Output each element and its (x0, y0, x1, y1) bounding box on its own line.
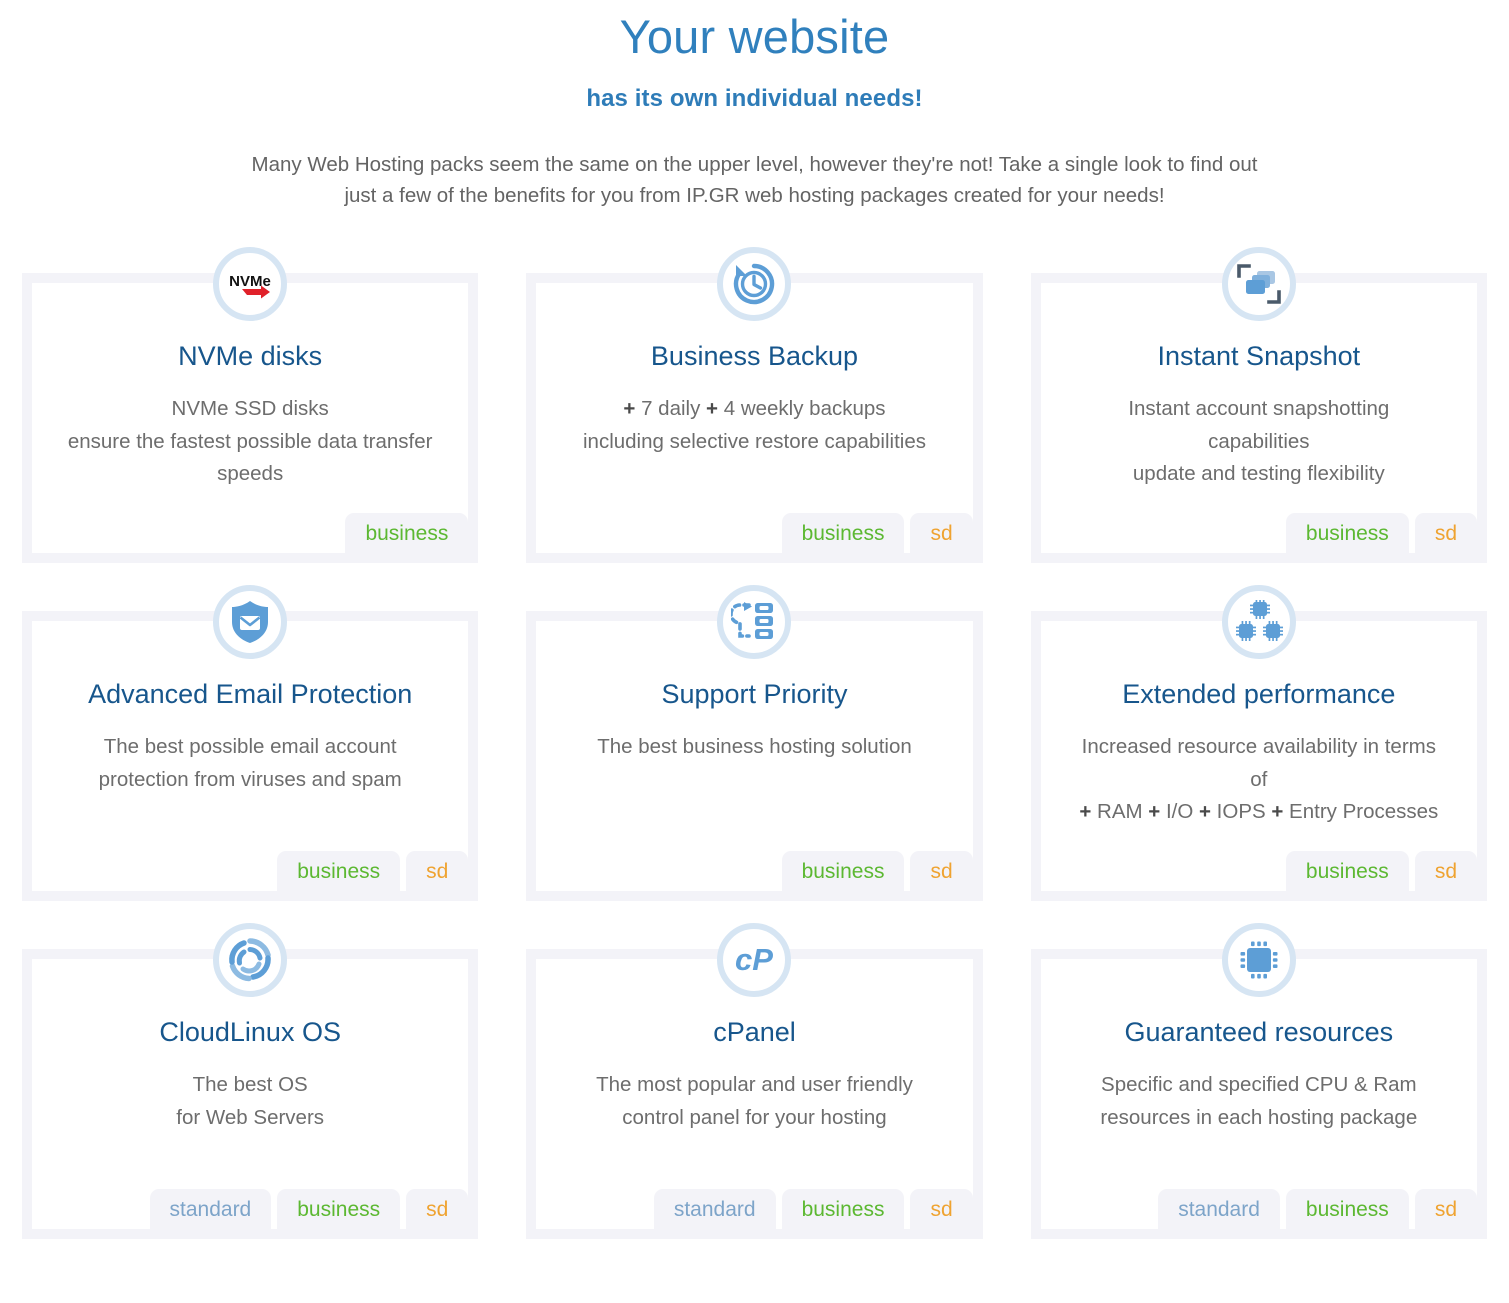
package-badge-row: business sd (1285, 851, 1477, 892)
package-badge-row: standard business sd (149, 1189, 469, 1230)
package-badge-business[interactable]: business (277, 851, 401, 892)
three-cpu-chips-icon (1221, 585, 1296, 660)
package-badge-business[interactable]: business (1285, 851, 1409, 892)
feature-description-line: The most popular and user friendly (596, 1073, 913, 1097)
svg-text:cP: cP (736, 942, 774, 977)
package-badge-row: business sd (781, 513, 973, 554)
feature-panel: Guaranteed resources Specific and specifi… (1030, 923, 1487, 1240)
feature-card: cP cPanel The most popular and user friend… (536, 923, 973, 1230)
package-badge-row: business sd (1285, 513, 1477, 554)
package-badge-sd[interactable]: sd (406, 1189, 469, 1230)
feature-description-line: resources in each hosting package (1100, 1105, 1418, 1129)
feature-description-line: The best OS (192, 1073, 308, 1097)
feature-panel: Support Priority The best business hostin… (526, 585, 983, 902)
feature-card: NVMe NVMe disks NVMe SSD disks ensure the f… (32, 247, 469, 554)
feature-description-line: control panel for your hosting (622, 1105, 887, 1129)
feature-description: The best possible email account protectio… (99, 710, 402, 796)
feature-description-line: ensure the fastest possible data transfe… (67, 429, 433, 453)
cpanel-logo-icon: cP (717, 923, 792, 998)
feature-description-line: Instant account snapshotting (1128, 397, 1390, 421)
cloudlinux-swirl-icon (213, 923, 288, 998)
feature-card: Guaranteed resources Specific and specifi… (1040, 923, 1477, 1230)
package-badge-standard[interactable]: standard (1158, 1189, 1280, 1230)
feature-description: + 7 daily + 4 weekly backups including se… (583, 372, 926, 458)
package-badge-business[interactable]: business (277, 1189, 401, 1230)
feature-description: Instant account snapshotting capabilities… (1128, 372, 1389, 490)
feature-description-line: protection from viruses and spam (98, 767, 402, 791)
feature-description-line: capabilities (1208, 429, 1310, 453)
package-badge-sd[interactable]: sd (910, 1189, 973, 1230)
package-badge-sd[interactable]: sd (406, 851, 469, 892)
snapshot-frame-icon (1221, 247, 1296, 322)
feature-description-line: for Web Servers (176, 1105, 325, 1129)
page-title: Your website (619, 10, 890, 63)
svg-text:NVMe: NVMe (229, 273, 271, 290)
feature-description-line: speeds (217, 462, 284, 486)
feature-description-line: Increased resource availability in terms (1081, 735, 1436, 759)
feature-panel: Business Backup + 7 daily + 4 weekly back… (526, 247, 983, 564)
feature-description-line: update and testing flexibility (1132, 462, 1385, 486)
package-badge-sd[interactable]: sd (910, 851, 973, 892)
priority-queue-arrow-icon (717, 585, 792, 660)
package-badge-row: standard business sd (1158, 1189, 1477, 1230)
package-badge-business[interactable]: business (1285, 1189, 1409, 1230)
package-badge-business[interactable]: business (781, 851, 905, 892)
package-badge-business[interactable]: business (781, 1189, 905, 1230)
package-badge-sd[interactable]: sd (1414, 1189, 1477, 1230)
feature-panel: CloudLinux OS The best OS for Web Servers s… (22, 923, 479, 1240)
feature-card: Instant Snapshot Instant account snapshot… (1040, 247, 1477, 554)
backup-history-clock-icon (717, 247, 792, 322)
package-badge-standard[interactable]: standard (149, 1189, 272, 1230)
feature-description: Increased resource availability in terms… (1079, 710, 1438, 828)
feature-card: CloudLinux OS The best OS for Web Servers s… (32, 923, 469, 1230)
page-header: Your website has its own individual need… (0, 0, 1509, 211)
feature-panel: Extended performance Increased resource a… (1030, 585, 1487, 902)
feature-card: Support Priority The best business hostin… (536, 585, 973, 892)
feature-grid: NVMe NVMe disks NVMe SSD disks ensure the f… (0, 247, 1509, 1240)
feature-panel: NVMe NVMe disks NVMe SSD disks ensure the f… (22, 247, 479, 564)
feature-panel: Advanced Email Protection The best possib… (22, 585, 479, 902)
feature-description: NVMe SSD disks ensure the fastest possibl… (68, 372, 433, 490)
feature-description-line: + RAM + I/O + IOPS + Entry Processes (1079, 800, 1439, 824)
feature-description-line: including selective restore capabilities (582, 429, 926, 453)
page-subtitle: has its own individual needs! (586, 84, 923, 112)
intro-line-2: just a few of the benefits for you from … (344, 183, 1165, 207)
intro-line-1: Many Web Hosting packs seem the same on … (251, 152, 1258, 176)
feature-description-line: NVMe SSD disks (171, 397, 329, 421)
feature-panel: cP cPanel The most popular and user friend… (526, 923, 983, 1240)
feature-card: Business Backup + 7 daily + 4 weekly back… (536, 247, 973, 554)
feature-description-line: The best possible email account (103, 735, 397, 759)
feature-description-line: + 7 daily + 4 weekly backups (623, 397, 886, 421)
feature-description-line: The best business hosting solution (597, 735, 912, 759)
feature-card: Advanced Email Protection The best possib… (32, 585, 469, 892)
feature-description: The most popular and user friendly contro… (596, 1048, 913, 1134)
shield-envelope-icon (213, 585, 288, 660)
package-badge-standard[interactable]: standard (653, 1189, 776, 1230)
package-badge-row: business sd (781, 851, 973, 892)
cpu-chip-icon (1221, 923, 1296, 998)
package-badge-row: standard business sd (653, 1189, 973, 1230)
feature-description-line: of (1250, 767, 1268, 791)
feature-description: Specific and specified CPU & Ram resource… (1100, 1048, 1417, 1134)
package-badge-business[interactable]: business (345, 513, 469, 554)
intro-paragraph: Many Web Hosting packs seem the same on … (190, 149, 1320, 211)
package-badge-business[interactable]: business (1285, 513, 1409, 554)
package-badge-row: business (345, 513, 469, 554)
feature-description: The best business hosting solution (597, 710, 912, 763)
feature-description: The best OS for Web Servers (176, 1048, 324, 1134)
package-badge-sd[interactable]: sd (1414, 513, 1477, 554)
feature-panel: Instant Snapshot Instant account snapshot… (1030, 247, 1487, 564)
nvme-logo-icon: NVMe (213, 247, 288, 322)
package-badge-sd[interactable]: sd (1414, 851, 1477, 892)
feature-card: Extended performance Increased resource a… (1040, 585, 1477, 892)
feature-description-line: Specific and specified CPU & Ram (1101, 1073, 1417, 1097)
package-badge-row: business sd (277, 851, 469, 892)
package-badge-business[interactable]: business (781, 513, 905, 554)
package-badge-sd[interactable]: sd (910, 513, 973, 554)
